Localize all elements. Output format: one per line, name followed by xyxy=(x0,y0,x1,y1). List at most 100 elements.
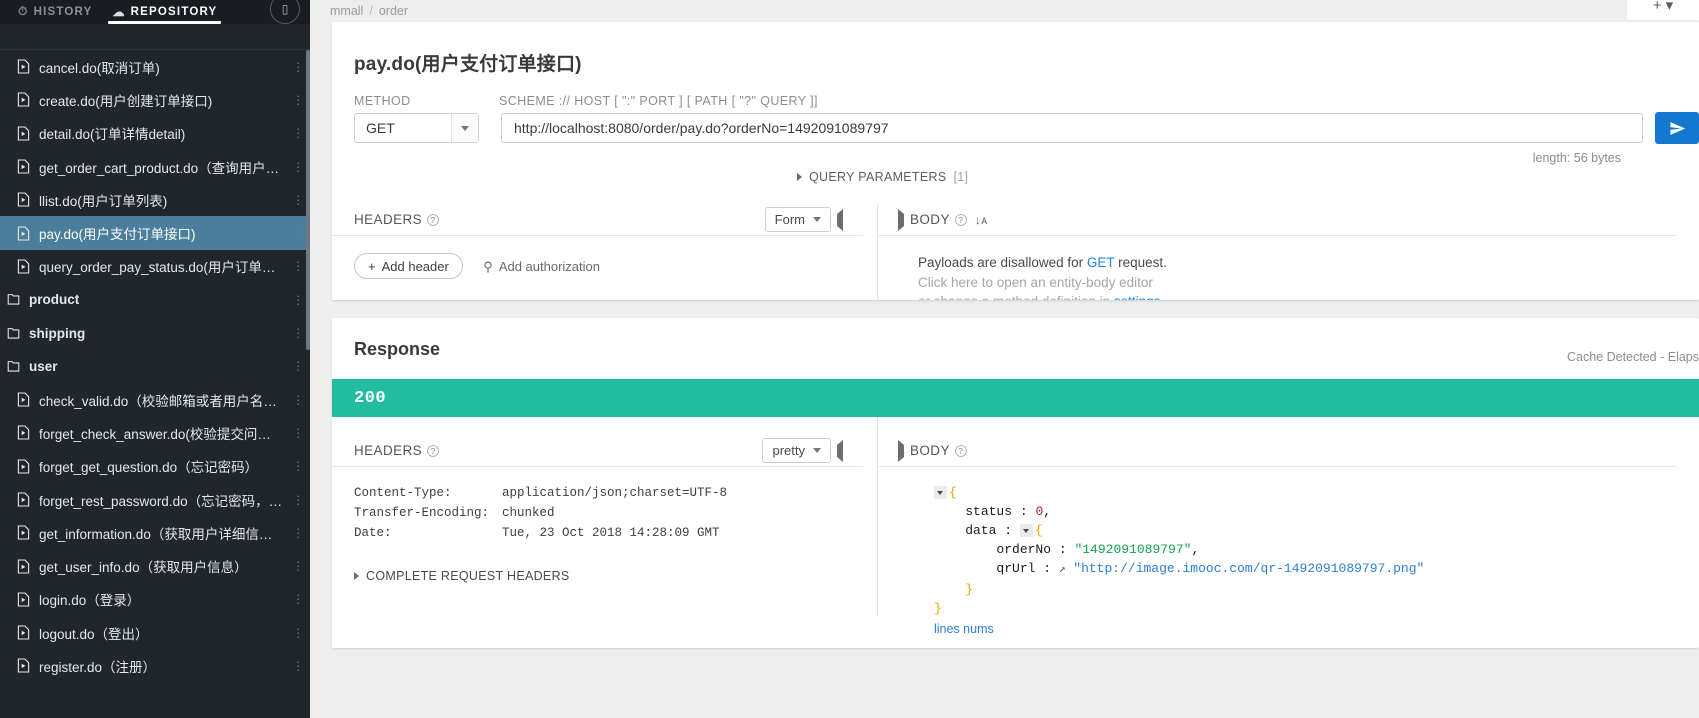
tree-item-label: pay.do(用户支付订单接口) xyxy=(39,227,196,243)
tree-item-menu-icon[interactable]: · · · xyxy=(296,355,300,376)
request-headers-view-value: Form xyxy=(774,212,805,227)
request-inputs: GET http://localhost:8080/order/pay.do?o… xyxy=(332,108,1699,144)
tree-item-menu-icon[interactable]: · · · xyxy=(296,322,300,343)
tree-item[interactable]: product · · · xyxy=(0,283,310,316)
tree-item-menu-icon[interactable]: · · · xyxy=(296,222,300,243)
tree-item[interactable]: get_user_info.do（获取用户信息） · · · xyxy=(0,549,310,582)
collapse-left-button[interactable] xyxy=(831,208,849,231)
tree-item[interactable]: check_valid.do（校验邮箱或者用户名是… · · · xyxy=(0,383,310,416)
response-headers-view-select[interactable]: pretty xyxy=(762,438,831,463)
tree-item-menu-icon[interactable]: · · · xyxy=(296,189,300,210)
tree-item-menu-icon[interactable]: · · · xyxy=(296,622,300,643)
collapse-left-button[interactable] xyxy=(831,439,849,462)
tree-item[interactable]: register.do（注册） · · · xyxy=(0,649,310,682)
external-link-icon[interactable]: ↗ xyxy=(1059,564,1066,576)
breadcrumb-root[interactable]: mmall xyxy=(330,4,363,18)
expand-right-button[interactable] xyxy=(892,208,910,231)
tree-item[interactable]: forget_rest_password.do（忘记密码，… · · · xyxy=(0,483,310,516)
request-headers-view-select[interactable]: Form xyxy=(764,207,831,232)
payload-msg-post: request. xyxy=(1114,255,1167,270)
tree-item-menu-icon[interactable]: · · · xyxy=(296,489,300,510)
lines-nums-link[interactable]: lines nums xyxy=(934,622,1677,636)
tree-item-menu-icon[interactable]: · · · xyxy=(296,455,300,476)
json-value-qrUrl[interactable]: "http://image.imooc.com/qr-1492091089797… xyxy=(1073,561,1424,576)
tree-item-menu-icon[interactable]: · · · xyxy=(296,389,300,410)
expand-right-button[interactable] xyxy=(892,439,910,462)
add-header-button[interactable]: + Add header xyxy=(354,253,463,279)
query-parameters-count: [1] xyxy=(953,170,969,184)
payload-msg-method-link[interactable]: GET xyxy=(1087,255,1115,270)
tree-item[interactable]: shipping · · · xyxy=(0,316,310,349)
json-root-open-brace: { xyxy=(949,485,957,500)
help-icon[interactable]: ? xyxy=(427,213,440,226)
response-header-row: Content-Type: application/json;charset=UT… xyxy=(354,483,855,503)
response-headers-view-value: pretty xyxy=(772,443,805,458)
tab-repository[interactable]: ☁ REPOSITORY xyxy=(102,5,227,24)
request-length: length: 56 bytes xyxy=(1532,151,1621,165)
tree-item-menu-icon[interactable]: · · · xyxy=(296,122,300,143)
query-parameters-label: QUERY PARAMETERS xyxy=(809,170,947,184)
tree-item-menu-icon[interactable]: · · · xyxy=(296,555,300,576)
complete-request-headers-toggle[interactable]: COMPLETE REQUEST HEADERS xyxy=(354,569,855,583)
top-bar: mmall / order + ▾ xyxy=(310,0,1699,22)
help-icon[interactable]: ? xyxy=(954,213,967,226)
help-icon[interactable]: ? xyxy=(427,444,440,457)
tree-item[interactable]: detail.do(订单详情detail) · · · xyxy=(0,117,310,150)
send-button[interactable] xyxy=(1655,112,1699,144)
request-body-title: BODY ? ↓​ᴀ xyxy=(910,212,988,227)
panel-toggle-button[interactable]: ▯ xyxy=(270,0,300,24)
sidebar: ⏱ HISTORY ☁ REPOSITORY ▯ cancel.do(取消订单)… xyxy=(0,0,310,718)
tree-item[interactable]: pay.do(用户支付订单接口) · · · xyxy=(0,216,310,250)
tree-item[interactable]: login.do（登录） · · · xyxy=(0,583,310,616)
tree-item[interactable]: llist.do(用户订单列表) · · · xyxy=(0,183,310,216)
query-parameters-toggle[interactable]: QUERY PARAMETERS [1] xyxy=(332,165,1699,184)
tree-item-menu-icon[interactable]: · · · xyxy=(296,289,300,310)
tree-item-label: detail.do(订单详情detail) xyxy=(39,127,186,143)
status-badge: 200 xyxy=(332,379,1699,417)
tab-history[interactable]: ⏱ HISTORY xyxy=(8,4,102,24)
tree-item-menu-icon[interactable]: · · · xyxy=(296,588,300,609)
tree-item[interactable]: query_order_pay_status.do(用户订单查… · · · xyxy=(0,250,310,283)
clock-icon: ⏱ xyxy=(18,4,29,18)
request-headers-body: + Add header ⚲ Add authorization xyxy=(332,236,877,279)
tree-item[interactable]: user · · · xyxy=(0,350,310,383)
fold-toggle-data[interactable] xyxy=(1019,524,1033,538)
caret-down-icon: ▾ xyxy=(1665,0,1674,14)
tree-item-menu-icon[interactable]: · · · xyxy=(296,255,300,276)
fold-toggle-root[interactable] xyxy=(934,486,947,500)
method-value: GET xyxy=(366,120,395,136)
url-input[interactable]: http://localhost:8080/order/pay.do?order… xyxy=(501,113,1643,143)
tree-item[interactable]: cancel.do(取消订单) · · · xyxy=(0,50,310,83)
tree-item[interactable]: get_information.do（获取用户详细信息） · · · xyxy=(0,516,310,549)
settings-link[interactable]: settings xyxy=(1114,294,1161,300)
help-icon[interactable]: ? xyxy=(954,444,967,457)
tree-item[interactable]: forget_check_answer.do(校验提交问题… · · · xyxy=(0,416,310,449)
tree-item[interactable]: forget_get_question.do（忘记密码） · · · xyxy=(0,450,310,483)
tree-item[interactable]: create.do(用户创建订单接口) · · · xyxy=(0,83,310,116)
tree-item-menu-icon[interactable]: · · · xyxy=(296,422,300,443)
sort-alpha-icon[interactable]: ↓​ᴀ xyxy=(975,213,988,227)
chevron-down-icon xyxy=(813,448,821,453)
new-tab-button[interactable]: + ▾ xyxy=(1627,0,1699,20)
entity-body-editor-hint[interactable]: Click here to open an entity-body editor xyxy=(918,273,1677,293)
tree-item[interactable]: logout.do（登出） · · · xyxy=(0,616,310,649)
tree-item[interactable]: get_order_cart_product.do（查询用户购… · · · xyxy=(0,150,310,183)
request-file-icon xyxy=(14,492,32,507)
tree-item-menu-icon[interactable]: · · · xyxy=(296,89,300,110)
tree-item-label: forget_check_answer.do(校验提交问题… xyxy=(39,426,284,442)
add-authorization-button[interactable]: ⚲ Add authorization xyxy=(483,259,600,275)
method-caret-box[interactable] xyxy=(451,114,478,142)
tree-item-menu-icon[interactable]: · · · xyxy=(296,56,300,77)
method-definition-hint-post: . xyxy=(1160,294,1164,300)
tree-item-menu-icon[interactable]: · · · xyxy=(296,522,300,543)
json-data-close-brace: } xyxy=(965,582,974,597)
response-headers-pane: HEADERS ? pretty Content-Type: applicati… xyxy=(332,417,878,617)
tree-item-label: register.do（注册） xyxy=(39,659,157,675)
main-area: mmall / order + ▾ pay.do(用户支付订单接口) METHO… xyxy=(310,0,1699,718)
breadcrumb-child[interactable]: order xyxy=(379,4,408,18)
method-select[interactable]: GET xyxy=(354,113,479,143)
tree-item-menu-icon[interactable]: · · · xyxy=(296,655,300,676)
tree-item-menu-icon[interactable]: · · · xyxy=(296,156,300,177)
response-body-head: BODY ? xyxy=(878,435,1677,467)
request-field-labels: METHOD SCHEME :// HOST [ ":" PORT ] [ PA… xyxy=(332,76,1699,108)
